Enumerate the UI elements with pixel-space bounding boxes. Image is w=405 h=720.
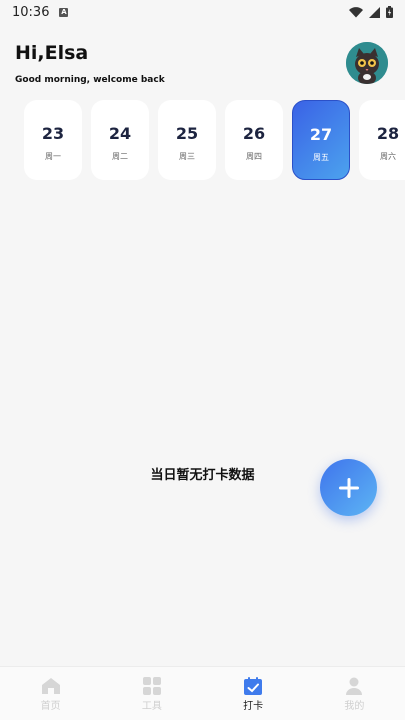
tab-label: 工具 (141, 701, 162, 712)
day-date: 23 (41, 124, 65, 143)
day-date: 25 (175, 124, 199, 143)
grid-icon (142, 677, 161, 695)
week-day-selector: 23 周一 24 周二 25 周三 26 周四 27 周五 28 周六 (24, 100, 405, 180)
day-date: 28 (376, 124, 400, 143)
tab-label: 首页 (40, 701, 61, 712)
battery-icon (386, 6, 393, 18)
notification-a-icon: A (59, 7, 69, 17)
greeting-subtitle: Good morning, welcome back (15, 75, 165, 85)
day-card-25[interactable]: 25 周三 (158, 100, 216, 180)
tab-tools[interactable]: 工具 (101, 667, 202, 720)
day-card-23[interactable]: 23 周一 (24, 100, 82, 180)
avatar[interactable] (346, 42, 388, 84)
person-icon (346, 677, 363, 695)
add-checkin-button[interactable] (320, 459, 377, 516)
greeting-title: Hi,Elsa (15, 42, 89, 64)
header: Hi,Elsa Good morning, welcome back (15, 40, 390, 90)
day-date: 27 (309, 125, 333, 144)
tab-label: 打卡 (243, 701, 264, 712)
day-card-24[interactable]: 24 周二 (91, 100, 149, 180)
status-right-icons (349, 6, 393, 18)
calendar-check-icon (244, 677, 263, 695)
day-weekday: 周六 (380, 152, 396, 161)
day-weekday: 周五 (313, 153, 329, 162)
tab-profile[interactable]: 我的 (304, 667, 405, 720)
day-weekday: 周一 (45, 152, 61, 161)
day-card-27-selected[interactable]: 27 周五 (292, 100, 350, 180)
status-bar: 10:36 A (0, 0, 405, 24)
signal-icon (369, 6, 380, 18)
status-time: 10:36 (12, 4, 50, 20)
home-icon (41, 678, 60, 694)
tab-checkin[interactable]: 打卡 (203, 667, 304, 720)
day-card-28[interactable]: 28 周六 (359, 100, 405, 180)
wifi-icon (349, 6, 363, 18)
cat-avatar-icon (346, 42, 388, 84)
day-date: 24 (108, 124, 132, 143)
day-weekday: 周四 (246, 152, 262, 161)
day-weekday: 周三 (179, 152, 195, 161)
tab-label: 我的 (344, 701, 365, 712)
day-weekday: 周二 (112, 152, 128, 161)
day-card-26[interactable]: 26 周四 (225, 100, 283, 180)
bottom-tab-bar: 首页 工具 打卡 我的 (0, 666, 405, 720)
plus-icon (338, 477, 359, 498)
day-date: 26 (242, 124, 266, 143)
tab-home[interactable]: 首页 (0, 667, 101, 720)
